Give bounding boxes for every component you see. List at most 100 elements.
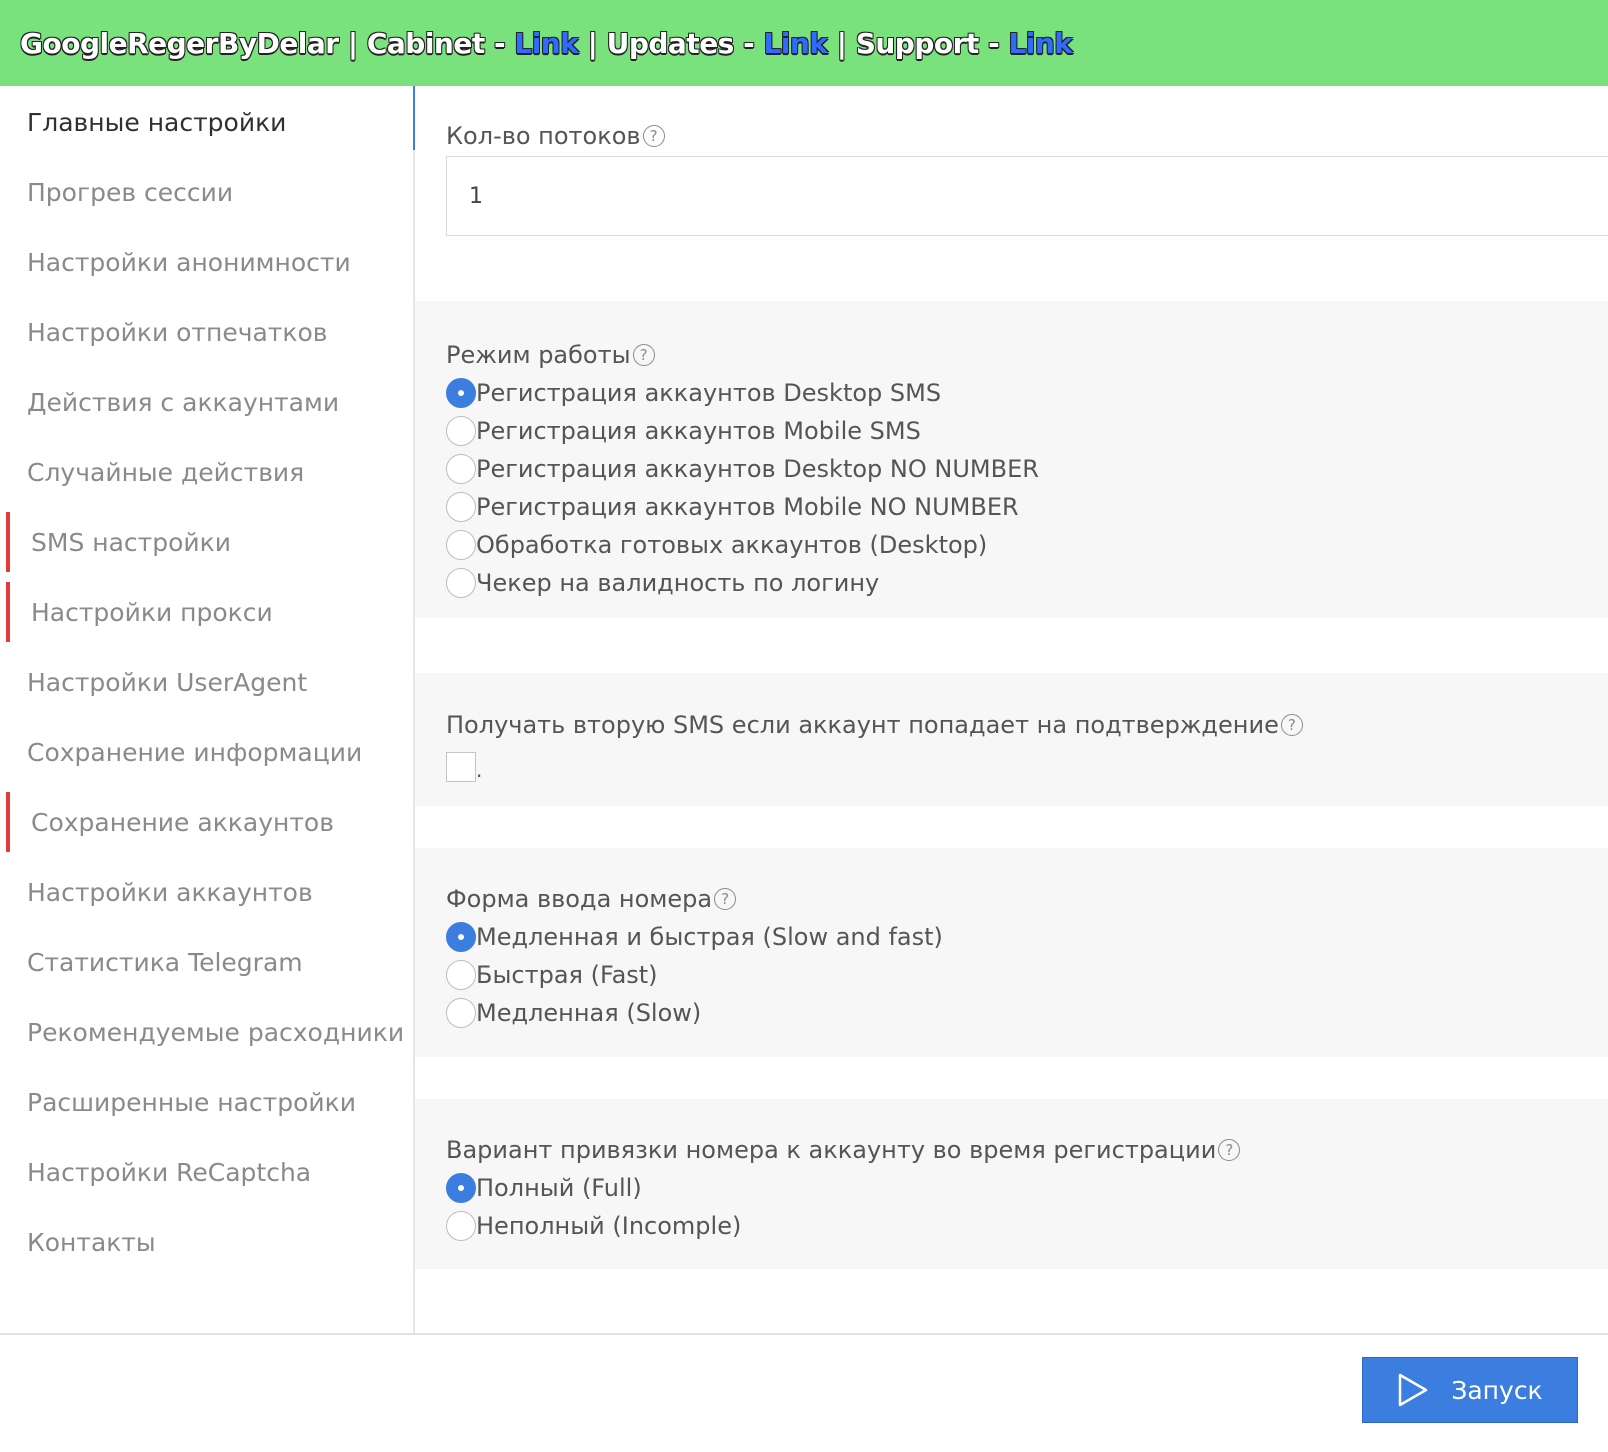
support-link[interactable]: Link — [1008, 27, 1073, 60]
sidebar-item-account-actions[interactable]: Действия с аккаунтами — [0, 366, 413, 438]
title-separator: | — [827, 26, 856, 60]
radio-button[interactable] — [446, 568, 476, 598]
second-sms-label: Получать вторую SMS если аккаунт попадае… — [446, 706, 1608, 744]
number-input-section: Форма ввода номера? Медленная и быстрая … — [415, 848, 1608, 1057]
help-icon[interactable]: ? — [642, 125, 665, 147]
sidebar-item-advanced-settings[interactable]: Расширенные настройки — [0, 1066, 413, 1138]
sidebar-item-label: Настройки ReCaptcha — [27, 1157, 312, 1187]
radio-label: Неполный (Incomple) — [476, 1212, 742, 1240]
sidebar-item-label: Главные настройки — [27, 107, 287, 137]
sidebar-item-label: Случайные действия — [27, 457, 305, 487]
sidebar-item-label: Рекомендуемые расходники — [27, 1017, 405, 1047]
second-sms-section: Получать вторую SMS если аккаунт попадае… — [415, 673, 1608, 806]
mode-option-desktop-sms[interactable]: Регистрация аккаунтов Desktop SMS — [446, 374, 1608, 412]
footer-bar: Запуск — [0, 1333, 1608, 1452]
sidebar-item-label: Настройки аккаунтов — [27, 877, 313, 907]
sidebar-item-label: Настройки UserAgent — [27, 667, 308, 697]
start-button-label: Запуск — [1451, 1375, 1543, 1405]
number-input-label: Форма ввода номера? — [446, 880, 1608, 918]
radio-label: Обработка готовых аккаунтов (Desktop) — [476, 531, 988, 559]
second-sms-checkbox[interactable] — [446, 752, 476, 782]
sidebar-item-label: Настройки анонимности — [27, 247, 351, 277]
radio-label: Чекер на валидность по логину — [476, 569, 880, 597]
radio-button[interactable] — [446, 492, 476, 522]
threads-input[interactable] — [446, 156, 1608, 236]
second-sms-label-text: Получать вторую SMS если аккаунт попадае… — [446, 711, 1279, 739]
mode-option-mobile-no-number[interactable]: Регистрация аккаунтов Mobile NO NUMBER — [446, 488, 1608, 526]
updates-link[interactable]: Link — [763, 27, 828, 60]
sidebar-item-label: Расширенные настройки — [27, 1087, 357, 1117]
radio-label: Медленная (Slow) — [476, 999, 702, 1027]
mode-option-mobile-sms[interactable]: Регистрация аккаунтов Mobile SMS — [446, 412, 1608, 450]
cabinet-label: Cabinet - — [366, 26, 515, 60]
help-icon[interactable]: ? — [1218, 1139, 1241, 1161]
radio-label: Регистрация аккаунтов Desktop NO NUMBER — [476, 455, 1039, 483]
second-sms-control: . — [446, 744, 1608, 782]
sidebar-item-proxy-settings[interactable]: Настройки прокси — [0, 576, 413, 648]
sidebar-item-label: Настройки прокси — [31, 597, 273, 627]
mode-label-text: Режим работы — [446, 341, 631, 369]
binding-label: Вариант привязки номера к аккаунту во вр… — [446, 1131, 1608, 1169]
cabinet-link[interactable]: Link — [514, 27, 579, 60]
threads-label-text: Кол-во потоков — [446, 122, 641, 150]
radio-button[interactable] — [446, 998, 476, 1028]
number-input-option-fast[interactable]: Быстрая (Fast) — [446, 956, 1608, 994]
help-icon[interactable]: ? — [1280, 714, 1303, 736]
binding-label-text: Вариант привязки номера к аккаунту во вр… — [446, 1136, 1217, 1164]
radio-button[interactable] — [446, 454, 476, 484]
sidebar-item-session-warmup[interactable]: Прогрев сессии — [0, 156, 413, 228]
sidebar-item-random-actions[interactable]: Случайные действия — [0, 436, 413, 508]
play-icon — [1399, 1373, 1428, 1407]
sidebar-item-anonymity[interactable]: Настройки анонимности — [0, 226, 413, 298]
sidebar-item-label: Контакты — [27, 1227, 156, 1257]
sidebar-item-fingerprints[interactable]: Настройки отпечатков — [0, 296, 413, 368]
sidebar-item-recaptcha[interactable]: Настройки ReCaptcha — [0, 1136, 413, 1208]
sidebar-item-account-settings[interactable]: Настройки аккаунтов — [0, 856, 413, 928]
number-input-option-slow[interactable]: Медленная (Slow) — [446, 994, 1608, 1032]
sidebar-item-useragent[interactable]: Настройки UserAgent — [0, 646, 413, 718]
number-input-label-text: Форма ввода номера — [446, 885, 713, 913]
binding-option-full[interactable]: Полный (Full) — [446, 1169, 1608, 1207]
mode-option-process-accounts[interactable]: Обработка готовых аккаунтов (Desktop) — [446, 526, 1608, 564]
title-separator: | — [338, 26, 367, 60]
sidebar-item-label: Статистика Telegram — [27, 947, 303, 977]
number-input-option-slow-fast[interactable]: Медленная и быстрая (Slow and fast) — [446, 918, 1608, 956]
radio-button[interactable] — [446, 416, 476, 446]
mode-option-login-checker[interactable]: Чекер на валидность по логину — [446, 564, 1608, 602]
sidebar-item-save-accounts[interactable]: Сохранение аккаунтов — [0, 786, 413, 858]
start-button[interactable]: Запуск — [1362, 1357, 1578, 1423]
radio-button[interactable] — [446, 922, 476, 952]
sidebar-item-contacts[interactable]: Контакты — [0, 1206, 413, 1278]
settings-content: Кол-во потоков? Режим работы? Регистраци… — [415, 86, 1608, 1333]
sidebar-item-recommended-supplies[interactable]: Рекомендуемые расходники — [0, 996, 413, 1068]
radio-label: Регистрация аккаунтов Desktop SMS — [476, 379, 942, 407]
radio-label: Регистрация аккаунтов Mobile SMS — [476, 417, 921, 445]
sidebar-item-label: Сохранение аккаунтов — [31, 807, 334, 837]
mode-option-desktop-no-number[interactable]: Регистрация аккаунтов Desktop NO NUMBER — [446, 450, 1608, 488]
sidebar-item-telegram-stats[interactable]: Статистика Telegram — [0, 926, 413, 998]
sidebar-item-save-info[interactable]: Сохранение информации — [0, 716, 413, 788]
support-label: Support - — [855, 26, 1009, 60]
radio-button[interactable] — [446, 960, 476, 990]
mode-section: Режим работы? Регистрация аккаунтов Desk… — [415, 301, 1608, 618]
radio-button[interactable] — [446, 1211, 476, 1241]
checkbox-suffix: . — [476, 758, 483, 782]
threads-label: Кол-во потоков? — [446, 122, 665, 150]
help-icon[interactable]: ? — [714, 888, 737, 910]
sidebar-item-main-settings[interactable]: Главные настройки — [0, 86, 413, 158]
help-icon[interactable]: ? — [632, 344, 655, 366]
sidebar-item-sms-settings[interactable]: SMS настройки — [0, 506, 413, 578]
radio-label: Медленная и быстрая (Slow and fast) — [476, 923, 943, 951]
app-title-bar: GoogleRegerByDelar | Cabinet - Link | Up… — [0, 0, 1608, 86]
updates-label: Updates - — [606, 26, 764, 60]
threads-section: Кол-во потоков? — [415, 86, 1608, 261]
radio-label: Регистрация аккаунтов Mobile NO NUMBER — [476, 493, 1019, 521]
binding-option-incomplete[interactable]: Неполный (Incomple) — [446, 1207, 1608, 1245]
mode-label: Режим работы? — [446, 336, 1608, 374]
sidebar-nav: Главные настройки Прогрев сессии Настрой… — [0, 86, 415, 1333]
app-name: GoogleRegerByDelar — [20, 26, 339, 60]
radio-button[interactable] — [446, 378, 476, 408]
radio-button[interactable] — [446, 530, 476, 560]
title-separator: | — [578, 26, 607, 60]
radio-button[interactable] — [446, 1173, 476, 1203]
